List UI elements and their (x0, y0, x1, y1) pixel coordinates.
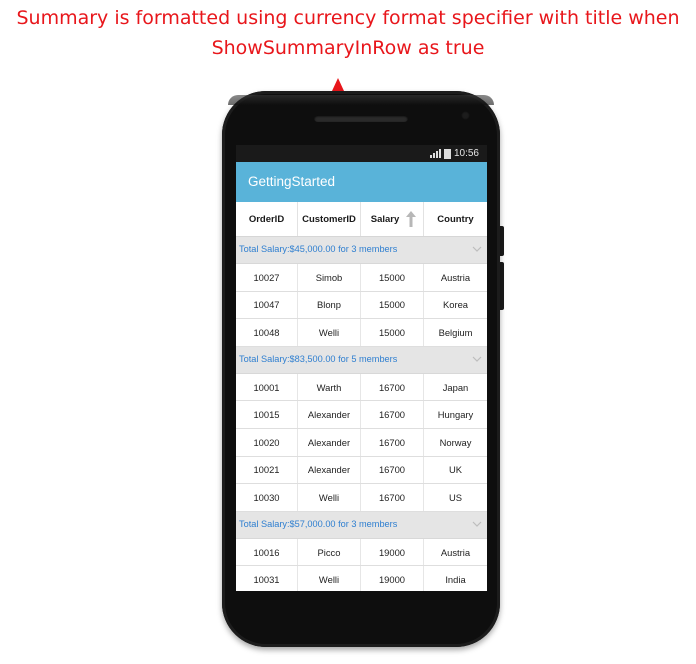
chevron-down-icon[interactable] (472, 356, 482, 363)
table-cell-country: UK (448, 464, 463, 476)
table-cell-salary: 15000 (361, 291, 424, 319)
status-bar: 10:56 (236, 145, 487, 162)
annotation-line-1: Summary is formatted using currency form… (16, 7, 680, 29)
phone-screen: 10:56 GettingStarted OrderID CustomerID … (236, 145, 487, 591)
table-cell-orderid: 10047 (236, 291, 298, 319)
group-summary-text: Total Salary:$45,000.00 for 3 members (239, 244, 398, 254)
group-summary-row[interactable]: Total Salary:$45,000.00 for 3 members (236, 237, 487, 264)
table-cell-salary: 15000 (361, 264, 424, 291)
column-header-salary[interactable]: Salary (361, 202, 424, 236)
column-header-customerid[interactable]: CustomerID (298, 202, 361, 236)
battery-icon (443, 148, 451, 159)
table-cell-country: Belgium (438, 326, 473, 338)
table-cell-salary: 19000 (361, 566, 424, 591)
status-time: 10:56 (453, 148, 479, 159)
column-header-label: OrderID (248, 213, 285, 225)
table-cell-orderid: 10001 (236, 373, 298, 401)
table-row[interactable]: 10021 Alexander 16700 UK (236, 456, 487, 485)
table-cell-orderid: 10020 (236, 428, 298, 456)
table-cell-country: Japan (442, 381, 469, 393)
signal-icon (429, 149, 441, 158)
annotation-line-2: ShowSummaryInRow as true (211, 37, 485, 59)
table-row[interactable]: 10020 Alexander 16700 Norway (236, 428, 487, 457)
power-button[interactable] (500, 226, 504, 256)
table-cell-customerid: Welli (298, 484, 361, 511)
table-cell-customerid: Warth (298, 373, 361, 401)
table-row[interactable]: 10030 Welli 16700 US (236, 484, 487, 512)
table-row[interactable]: 10048 Welli 15000 Belgium (236, 319, 487, 347)
table-cell-country: Hungary (437, 409, 474, 421)
table-cell-salary: 16700 (361, 428, 424, 456)
column-header-orderid[interactable]: OrderID (236, 202, 298, 236)
table-row[interactable]: 10047 Blonp 15000 Korea (236, 291, 487, 320)
table-cell-customerid: Alexander (298, 428, 361, 456)
table-row[interactable]: 10027 Simob 15000 Austria (236, 264, 487, 292)
table-row[interactable]: 10031 Welli 19000 India (236, 566, 487, 591)
table-cell-orderid: 10015 (236, 401, 298, 428)
group-summary-row[interactable]: Total Salary:$57,000.00 for 3 members (236, 511, 487, 539)
phone-bezel-highlight (228, 95, 494, 105)
table-cell-customerid: Picco (298, 538, 361, 566)
column-header-label: Country (437, 213, 474, 225)
table-cell-customerid: Welli (298, 566, 361, 591)
table-cell-salary: 19000 (361, 538, 424, 566)
app-bar: GettingStarted (236, 162, 487, 202)
column-header-label: CustomerID (302, 213, 356, 225)
chevron-down-icon[interactable] (472, 246, 482, 253)
grid-header: OrderID CustomerID Salary Country (236, 202, 487, 237)
table-cell-country: US (448, 491, 463, 503)
table-row[interactable]: 10015 Alexander 16700 Hungary (236, 401, 487, 429)
table-cell-orderid: 10021 (236, 456, 298, 484)
sort-ascending-icon (406, 211, 416, 227)
table-cell-customerid: Blonp (298, 291, 361, 319)
chevron-down-icon[interactable] (472, 521, 482, 528)
table-cell-customerid: Alexander (298, 456, 361, 484)
table-cell-country: India (445, 574, 466, 586)
group-summary-row[interactable]: Total Salary:$83,500.00 for 5 members (236, 346, 487, 374)
table-cell-orderid: 10016 (236, 538, 298, 566)
table-cell-country: Korea (442, 299, 469, 311)
table-cell-salary: 16700 (361, 373, 424, 401)
front-camera (461, 111, 470, 120)
table-row[interactable]: 10016 Picco 19000 Austria (236, 538, 487, 567)
app-title: GettingStarted (248, 174, 336, 189)
group-summary-text: Total Salary:$57,000.00 for 3 members (239, 518, 398, 529)
table-cell-orderid: 10030 (236, 484, 298, 511)
table-cell-customerid: Welli (298, 319, 361, 346)
status-icons: 10:56 (429, 147, 479, 160)
table-cell-customerid: Alexander (298, 401, 361, 428)
column-header-country[interactable]: Country (424, 202, 487, 236)
table-cell-country: Austria (440, 271, 471, 283)
table-cell-salary: 16700 (361, 401, 424, 428)
table-row[interactable]: 10001 Warth 16700 Japan (236, 373, 487, 402)
table-cell-customerid: Simob (298, 264, 361, 291)
table-cell-orderid: 10027 (236, 264, 298, 291)
grid-body: Total Salary:$45,000.00 for 3 members 100… (236, 237, 487, 591)
earpiece-speaker (314, 115, 408, 122)
table-cell-salary: 15000 (361, 319, 424, 346)
table-cell-orderid: 10031 (236, 566, 298, 591)
table-cell-orderid: 10048 (236, 319, 298, 346)
table-cell-country: Norway (439, 436, 472, 448)
volume-button[interactable] (500, 262, 504, 310)
group-summary-text: Total Salary:$83,500.00 for 5 members (239, 353, 398, 364)
table-cell-country: Austria (440, 546, 471, 558)
table-cell-salary: 16700 (361, 456, 424, 484)
column-header-label: Salary (370, 213, 400, 225)
table-cell-salary: 16700 (361, 484, 424, 511)
